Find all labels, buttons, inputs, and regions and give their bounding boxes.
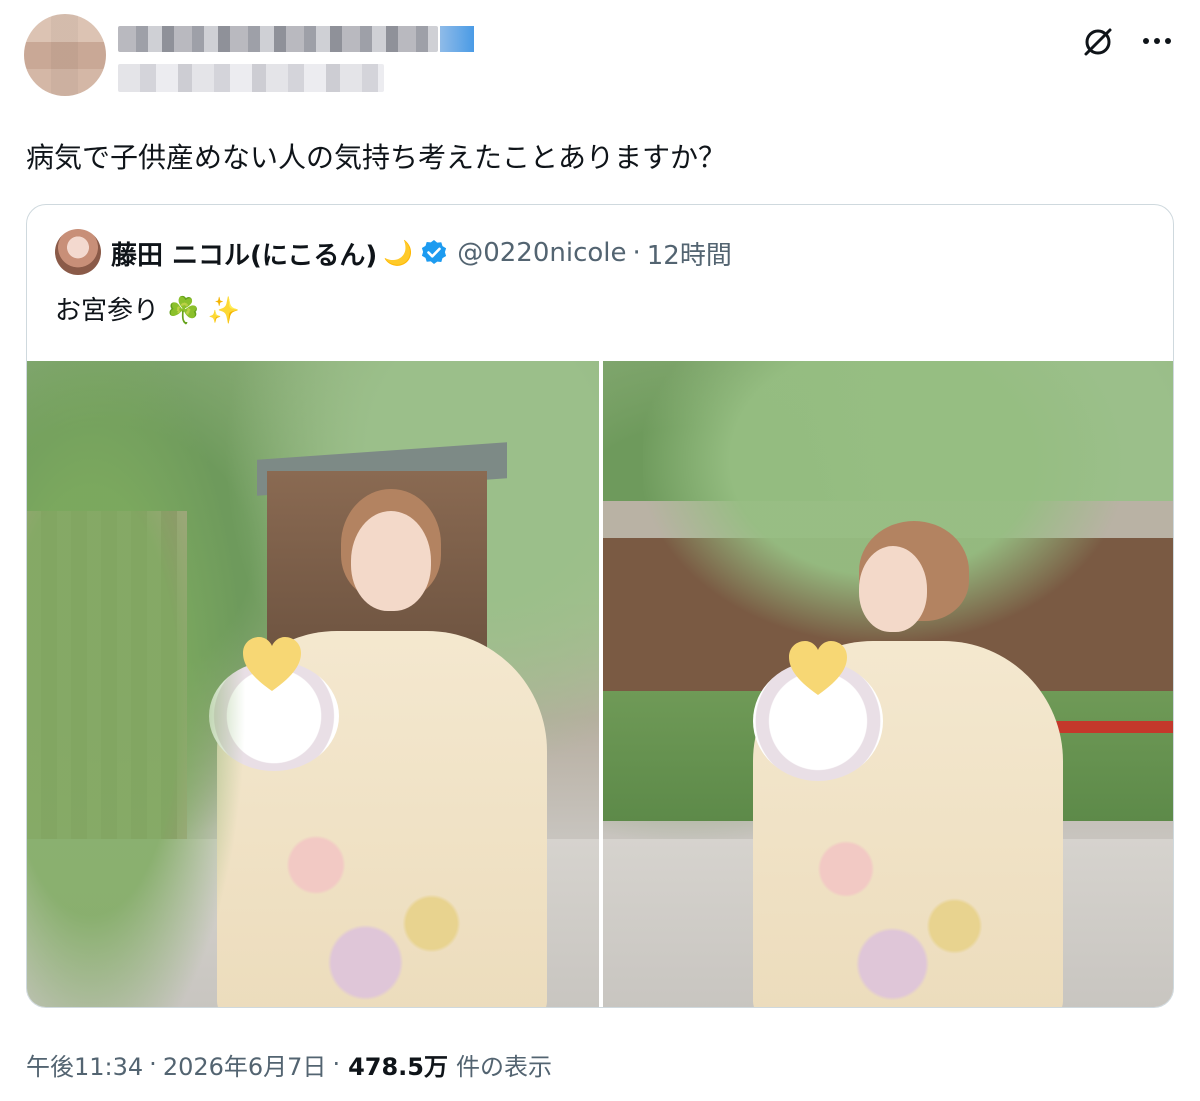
quoted-tweet-header: 藤田 ニコル(にこるん) 🌙 @0220nicole · 12時間 bbox=[111, 235, 732, 271]
grok-icon[interactable] bbox=[1080, 24, 1116, 60]
quoted-tweet-time[interactable]: 12時間 bbox=[647, 235, 732, 272]
quoted-tweet-text-body: お宮参り bbox=[55, 296, 160, 326]
quoted-tweet-text: お宮参り ☘️ ✨ bbox=[55, 293, 240, 329]
separator-dot: · bbox=[632, 238, 641, 268]
view-count[interactable]: 478.5万 bbox=[348, 1047, 448, 1082]
view-count-label: 件の表示 bbox=[456, 1052, 552, 1081]
author-handle-redacted[interactable] bbox=[118, 64, 384, 92]
tweet-meta: 午後11:34 · 2026年6月7日 · 478.5万 件の表示 bbox=[26, 1046, 552, 1082]
more-icon[interactable] bbox=[1140, 26, 1174, 56]
tweet-date[interactable]: 2026年6月7日 bbox=[163, 1047, 327, 1082]
tweet-time[interactable]: 午後11:34 bbox=[26, 1047, 143, 1082]
author-avatar[interactable] bbox=[24, 14, 106, 96]
face bbox=[351, 511, 431, 611]
verified-badge-icon bbox=[422, 240, 447, 264]
separator-dot: · bbox=[332, 1050, 341, 1078]
quoted-author-handle[interactable]: @0220nicole bbox=[457, 238, 626, 268]
yellow-heart-icon bbox=[789, 641, 847, 695]
face bbox=[859, 546, 927, 632]
yellow-heart-icon bbox=[243, 637, 301, 691]
author-name-redacted[interactable] bbox=[118, 26, 438, 52]
red-railing bbox=[1043, 721, 1173, 733]
separator-dot: · bbox=[149, 1050, 157, 1078]
quoted-tweet[interactable]: 藤田 ニコル(にこるん) 🌙 @0220nicole · 12時間 お宮参り ☘… bbox=[26, 204, 1174, 1008]
quoted-photo-1[interactable] bbox=[27, 361, 599, 1007]
sparkles-emoji: ✨ bbox=[207, 296, 241, 326]
tweet-text: 病気で子供産めない人の気持ち考えたことありますか？ bbox=[26, 141, 727, 174]
tweet-page: 病気で子供産めない人の気持ち考えたことありますか？ 藤田 ニコル(にこるん) 🌙… bbox=[0, 0, 1200, 1101]
quoted-author-name[interactable]: 藤田 ニコル(にこるん) bbox=[111, 235, 377, 272]
blurred-foliage bbox=[27, 361, 247, 1007]
author-verified-badge-redacted bbox=[440, 26, 474, 52]
quoted-author-avatar[interactable] bbox=[55, 229, 101, 275]
quoted-photo-2[interactable] bbox=[603, 361, 1173, 1007]
moon-emoji: 🌙 bbox=[383, 239, 414, 267]
clover-emoji: ☘️ bbox=[167, 296, 200, 326]
